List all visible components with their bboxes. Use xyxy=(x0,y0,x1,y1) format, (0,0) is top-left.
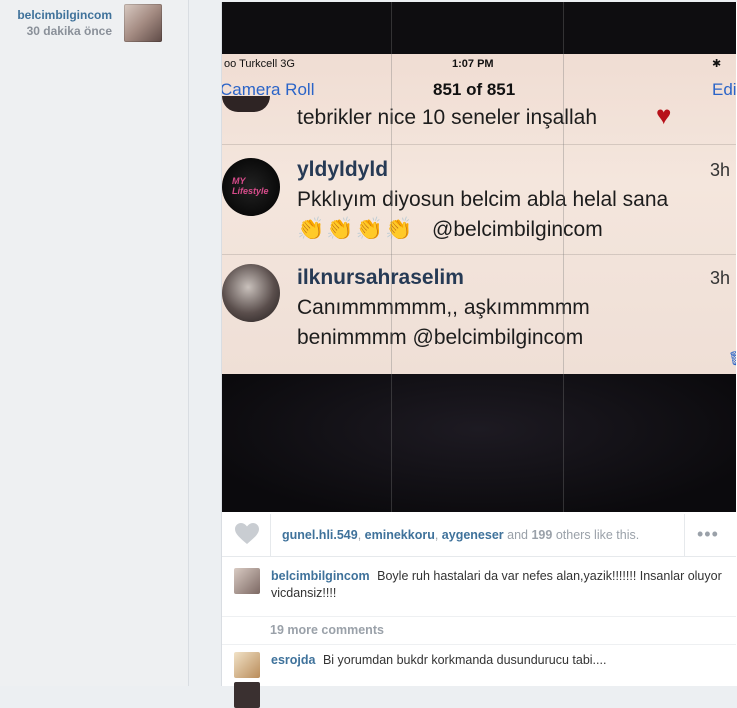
likes-suffix: others like this. xyxy=(555,528,640,542)
clapping-hands-icon: 👏👏👏👏 xyxy=(297,216,415,241)
caption-avatar[interactable] xyxy=(234,568,260,594)
comment-line-1b: @belcimbilgincom xyxy=(432,218,603,241)
more-comments-link[interactable]: 19 more comments xyxy=(270,623,384,637)
post-photo[interactable]: oo Turkcell 3G 1:07 PM ✱ Camera Roll 851… xyxy=(222,2,736,512)
carrier-label: oo Turkcell 3G xyxy=(224,58,295,70)
comment-line-2b: benimmmm @belcimbilgincom xyxy=(297,326,584,349)
likes-connector: and xyxy=(507,528,528,542)
comment-line-2a: Canımmmmmm,, aşkımmmmm xyxy=(297,296,590,319)
comment-divider xyxy=(222,644,736,645)
comment-body: esrojda Bi yorumdan bukdr korkmanda dusu… xyxy=(271,652,724,669)
grid-line xyxy=(391,2,392,512)
post-timestamp[interactable]: 30 dakika önce xyxy=(10,24,112,38)
left-column: belcimbilgincom 30 dakika önce xyxy=(0,0,188,686)
photo-dark-bottom xyxy=(222,374,736,512)
comment-avatar-1: MY Lifestyle xyxy=(222,158,280,216)
comment-avatar-2 xyxy=(222,264,280,322)
column-divider xyxy=(188,0,189,686)
top-comment-text: tebrikler nice 10 seneler inşallah xyxy=(297,106,597,129)
phone-screenshot: oo Turkcell 3G 1:07 PM ✱ Camera Roll 851… xyxy=(222,54,736,374)
divider xyxy=(222,144,736,145)
red-heart-icon: ♥ xyxy=(656,100,672,130)
photo-dark-top xyxy=(222,2,736,54)
status-bar: oo Turkcell 3G 1:07 PM ✱ xyxy=(222,54,736,74)
likes-bar: gunel.hli.549, eminekkoru, aygeneser and… xyxy=(222,514,736,557)
comment-line-1a: Pkklıyım diyosun belcim abla helal sana xyxy=(297,188,669,211)
liker-3[interactable]: aygeneser xyxy=(442,528,504,542)
caption-username[interactable]: belcimbilgincom xyxy=(271,569,370,583)
comment-time-2: 3h xyxy=(710,268,731,288)
comment-divider xyxy=(222,616,736,617)
heart-icon xyxy=(235,523,259,544)
comment-username-2: ilknursahraselim xyxy=(297,266,464,289)
likes-count[interactable]: 199 xyxy=(531,528,552,542)
comment-time-1: 3h xyxy=(710,160,731,180)
trash-icon: 🗑 xyxy=(728,350,736,367)
author-avatar[interactable] xyxy=(124,4,162,42)
clock-label: 1:07 PM xyxy=(452,58,494,70)
bluetooth-icon: ✱ xyxy=(712,58,722,70)
comment-item: esrojda Bi yorumdan bukdr korkmanda dusu… xyxy=(234,652,724,678)
avatar-logo-text: MY Lifestyle xyxy=(232,176,269,196)
liker-2[interactable]: eminekkoru xyxy=(365,528,435,542)
photo-counter: 851 of 851 xyxy=(433,80,516,99)
grid-line xyxy=(563,2,564,512)
caption-comment: belcimbilgincom Boyle ruh hastalari da v… xyxy=(234,568,724,602)
more-options-button[interactable]: ••• xyxy=(684,514,737,556)
comment-username[interactable]: esrojda xyxy=(271,653,315,667)
divider xyxy=(222,254,736,255)
caption-body: belcimbilgincom Boyle ruh hastalari da v… xyxy=(271,568,724,602)
like-button[interactable] xyxy=(222,514,271,556)
comment-text: Bi yorumdan bukdr korkmanda dusundurucu … xyxy=(322,653,607,667)
ellipsis-icon: ••• xyxy=(697,524,719,544)
author-info: belcimbilgincom 30 dakika önce xyxy=(10,8,112,38)
author-username[interactable]: belcimbilgincom xyxy=(10,8,112,22)
comment-username-1: yldyldyld xyxy=(297,158,389,181)
liker-1[interactable]: gunel.hli.549 xyxy=(282,528,358,542)
cropped-avatar xyxy=(222,96,270,112)
likes-summary: gunel.hli.549, eminekkoru, aygeneser and… xyxy=(282,528,640,542)
edit-label: Edi xyxy=(712,80,736,99)
post-card: oo Turkcell 3G 1:07 PM ✱ Camera Roll 851… xyxy=(221,2,737,708)
commenter-avatar[interactable] xyxy=(234,652,260,678)
